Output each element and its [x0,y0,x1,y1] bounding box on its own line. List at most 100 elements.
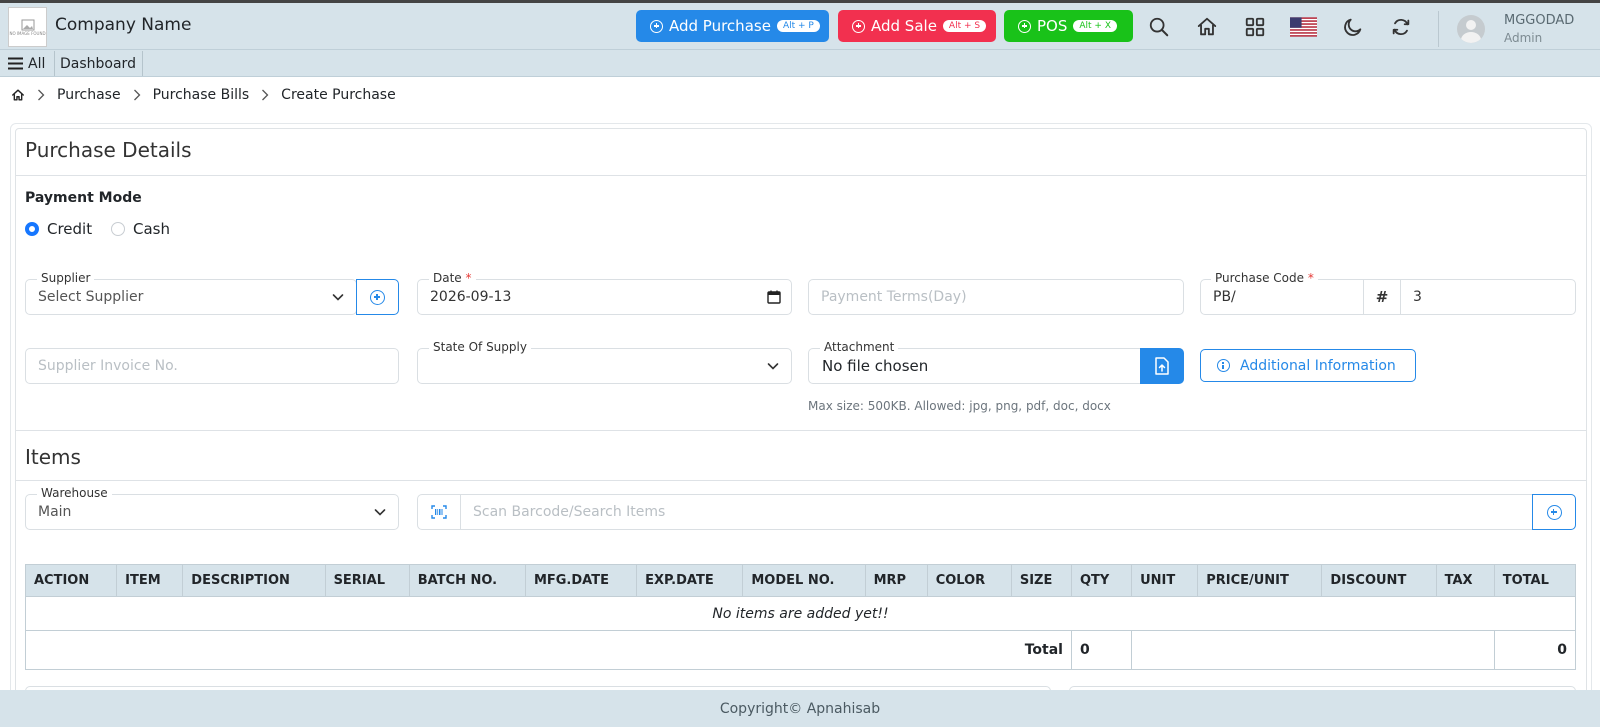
company-logo[interactable]: NO IMAGE FOUND [8,7,47,47]
shortcut-badge: Alt + X [1073,20,1117,32]
search-icon[interactable] [1147,15,1171,39]
user-role: Admin [1504,31,1543,45]
pos-label: POS [1037,17,1068,35]
payment-terms-input[interactable]: Payment Terms(Day) [808,279,1184,315]
add-sale-button[interactable]: Add Sale Alt + S [838,10,996,42]
add-item-button[interactable] [1532,494,1576,530]
refresh-icon[interactable] [1389,15,1413,39]
total-label: Total [25,630,1072,670]
column-header: MRP [864,564,928,597]
table-total-row: Total 0 0 [25,630,1577,670]
state-of-supply-select[interactable]: State Of Supply [417,340,792,384]
purchase-details-title: Purchase Details [25,138,192,162]
info-icon [1217,359,1230,372]
cash-label: Cash [133,220,170,238]
all-menu-button[interactable]: All [8,53,45,74]
item-search-group: Scan Barcode/Search Items [417,494,1576,530]
shortcut-badge: Alt + P [776,20,820,32]
subnav-divider [54,51,55,76]
warehouse-label: Warehouse [37,486,112,500]
attachment-label: Attachment [820,340,899,354]
item-search-input[interactable]: Scan Barcode/Search Items [473,504,665,520]
image-placeholder-icon [21,19,34,30]
upload-button[interactable] [1140,348,1184,384]
additional-information-button[interactable]: Additional Information [1200,349,1416,382]
top-header: NO IMAGE FOUND Company Name Add Purchase… [0,0,1600,50]
grid-icon[interactable] [1243,15,1267,39]
barcode-scan-button[interactable] [418,495,461,529]
calendar-icon[interactable] [767,290,781,304]
plus-circle-icon [370,289,385,305]
breadcrumb: Purchase Purchase Bills Create Purchase [11,84,396,106]
column-header: ITEM [116,564,184,597]
supplier-value: Select Supplier [38,289,144,305]
radio-dot [25,222,39,236]
company-name: Company Name [55,15,192,35]
supplier-select[interactable]: Supplier Select Supplier [25,271,357,315]
radio-dot [111,222,125,236]
attachment-input[interactable]: Attachment No file chosen [808,340,1184,384]
total-qty: 0 [1070,630,1133,670]
home-icon[interactable] [1195,15,1219,39]
supplier-invoice-input[interactable]: Supplier Invoice No. [25,348,399,384]
chevron-down-icon [332,294,344,301]
items-table: ACTION ITEM DESCRIPTION SERIAL BATCH NO.… [24,564,1577,670]
breadcrumb-purchase[interactable]: Purchase [57,87,121,103]
payment-mode-cash-radio[interactable]: Cash [111,220,170,238]
date-input[interactable]: Date * 2026-09-13 [417,271,792,315]
plus-circle-icon [1546,504,1562,520]
payment-terms-placeholder: Payment Terms(Day) [821,289,967,305]
credit-label: Credit [47,220,93,238]
additional-information-label: Additional Information [1240,357,1396,374]
supplier-invoice-placeholder: Supplier Invoice No. [38,358,178,374]
subnav-divider [142,51,143,76]
purchase-code-number-input[interactable]: 3 [1413,289,1422,305]
breadcrumb-purchase-bills[interactable]: Purchase Bills [153,87,250,103]
column-header: DESCRIPTION [182,564,326,597]
column-header: MODEL NO. [742,564,866,597]
hamburger-icon [8,57,23,70]
attachment-value: No file chosen [822,357,929,375]
chevron-right-icon [261,89,269,101]
sub-navigation: All Dashboard [0,50,1600,77]
header-divider [1438,11,1439,47]
breadcrumb-current: Create Purchase [281,87,396,103]
plus-circle-icon [650,19,663,33]
home-icon[interactable] [11,88,25,102]
payment-mode-label: Payment Mode [25,190,142,206]
payment-mode-credit-radio[interactable]: Credit [25,220,92,238]
moon-icon[interactable] [1341,15,1365,39]
column-header: SERIAL [324,564,410,597]
warehouse-select[interactable]: Warehouse Main [25,486,399,530]
footer: Copyright© Apnahisab [0,690,1600,727]
total-spacer [1131,630,1495,670]
items-title: Items [25,445,81,469]
purchase-code-prefix-input[interactable]: PB/ [1213,289,1236,305]
section-divider [16,175,1586,176]
column-header: SIZE [1010,564,1072,597]
column-header: EXP.DATE [636,564,744,597]
all-menu-label: All [28,55,46,72]
add-supplier-button[interactable] [356,279,399,315]
avatar[interactable] [1457,15,1485,43]
table-header-row: ACTION ITEM DESCRIPTION SERIAL BATCH NO.… [24,564,1577,597]
add-purchase-label: Add Purchase [669,17,771,35]
attachment-help-text: Max size: 500KB. Allowed: jpg, png, pdf,… [808,399,1111,413]
pos-button[interactable]: POS Alt + X [1004,10,1133,42]
us-flag-icon[interactable] [1289,15,1317,39]
shortcut-badge: Alt + S [942,20,987,32]
column-header: TAX [1435,564,1495,597]
section-divider [16,430,1586,431]
plus-circle-icon [852,19,865,33]
dashboard-link[interactable]: Dashboard [60,53,136,74]
empty-message: No items are added yet!! [25,596,1576,631]
add-purchase-button[interactable]: Add Purchase Alt + P [636,10,829,42]
purchase-code-group: Purchase Code * PB/ # 3 [1200,271,1576,315]
column-header: COLOR [926,564,1012,597]
warehouse-value: Main [38,504,72,520]
column-header: MFG.DATE [524,564,638,597]
section-divider [16,480,1586,481]
table-empty-row: No items are added yet!! [25,596,1576,631]
logo-text: NO IMAGE FOUND [9,30,46,36]
user-name[interactable]: MGGODAD [1504,13,1574,28]
